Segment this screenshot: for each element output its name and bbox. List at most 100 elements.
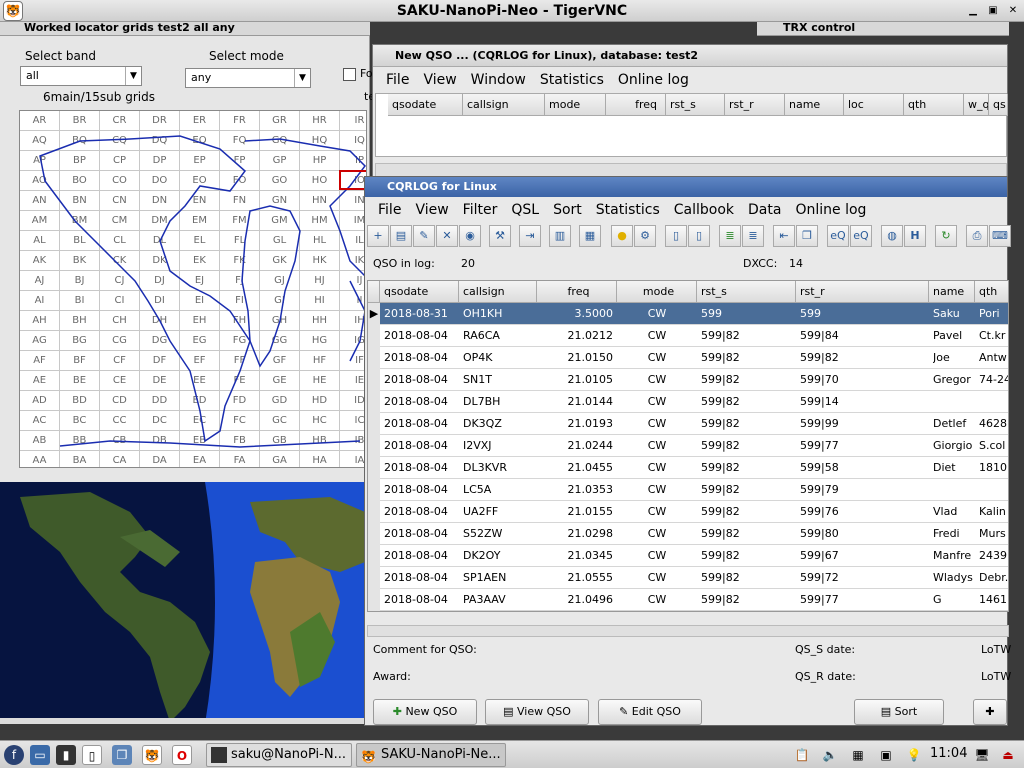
save-icon[interactable]: ▤ bbox=[390, 225, 412, 247]
display-icon[interactable]: 🖥 bbox=[972, 745, 992, 765]
sort-button[interactable]: ▤ Sort bbox=[854, 699, 944, 725]
menu-statistics[interactable]: Statistics bbox=[533, 72, 611, 88]
column-header[interactable]: callsign bbox=[459, 281, 537, 303]
table-row[interactable]: 2018-08-04 OP4K 21.0150 CW 599|82 599|82 Joe An… bbox=[368, 347, 1008, 369]
opera-icon[interactable]: O bbox=[172, 745, 192, 765]
volume-icon[interactable]: 🔈 bbox=[820, 745, 840, 765]
table-row[interactable]: 2018-08-04 RA6CA 21.0212 CW 599|82 599|84 Pave… bbox=[368, 325, 1008, 347]
menu-file[interactable]: File bbox=[371, 202, 408, 218]
table-row[interactable]: 2018-08-04 I2VXJ 21.0244 CW 599|82 599|77 Gior… bbox=[368, 435, 1008, 457]
horizontal-scrollbar[interactable] bbox=[367, 625, 1009, 637]
table-row[interactable]: 2018-08-04 LC5A 21.0353 CW 599|82 599|79 bbox=[368, 479, 1008, 501]
task-terminal[interactable]: saku@NanoPi-N... bbox=[206, 743, 352, 767]
column-header[interactable]: name bbox=[785, 94, 844, 116]
delete-icon[interactable]: ✕ bbox=[436, 225, 458, 247]
column-header[interactable]: rst_s bbox=[697, 281, 796, 303]
desktop-icon[interactable]: ▭ bbox=[30, 745, 50, 765]
edit-qso-button[interactable]: ✎ Edit QSO bbox=[598, 699, 702, 725]
export-icon[interactable]: ⇥ bbox=[519, 225, 541, 247]
eqsl-icon[interactable]: eQ bbox=[827, 225, 849, 247]
menu-window[interactable]: Window bbox=[464, 72, 533, 88]
column-header[interactable]: qth bbox=[904, 94, 964, 116]
logout-icon[interactable]: ⏏ bbox=[998, 745, 1018, 765]
notification-icon[interactable]: 💡 bbox=[904, 745, 924, 765]
column-header[interactable]: qsodate bbox=[388, 94, 463, 116]
table-icon[interactable]: ▦ bbox=[579, 225, 601, 247]
column-header[interactable]: name bbox=[929, 281, 975, 303]
copy-icon[interactable]: ❐ bbox=[796, 225, 818, 247]
column-header[interactable]: mode bbox=[545, 94, 606, 116]
table-row[interactable]: 2018-08-04 DK3QZ 21.0193 CW 599|82 599|99 Detl… bbox=[368, 413, 1008, 435]
file-icon[interactable]: ▯ bbox=[82, 745, 102, 765]
windows-icon[interactable]: ❐ bbox=[112, 745, 132, 765]
table-row[interactable]: 2018-08-04 DK2OY 21.0345 CW 599|82 599|67 Manf… bbox=[368, 545, 1008, 567]
table-row[interactable]: 2018-08-04 SP1AEN 21.0555 CW 599|82 599|72 Wla… bbox=[368, 567, 1008, 589]
table-row[interactable]: 2018-08-04 UA2FF 21.0155 CW 599|82 599|76 Vlad… bbox=[368, 501, 1008, 523]
menu-view[interactable]: View bbox=[408, 202, 455, 218]
list2-icon[interactable]: ≣ bbox=[742, 225, 764, 247]
print-icon[interactable]: ⎙ bbox=[966, 225, 988, 247]
terminal-icon[interactable]: ▮ bbox=[56, 745, 76, 765]
column-header[interactable]: rst_r bbox=[796, 281, 929, 303]
document2-icon[interactable]: ▯ bbox=[688, 225, 710, 247]
column-header[interactable]: mode bbox=[617, 281, 697, 303]
menu-online-log[interactable]: Online log bbox=[611, 72, 696, 88]
column-header[interactable]: freq bbox=[606, 94, 666, 116]
horizontal-scrollbar[interactable] bbox=[375, 163, 1007, 177]
column-header[interactable]: qs bbox=[989, 94, 1008, 116]
binoculars-icon[interactable]: ◉ bbox=[459, 225, 481, 247]
qso-log-table[interactable]: qsodate callsign freq mode rst_s rst_r n… bbox=[367, 280, 1009, 612]
column-header[interactable]: rst_r bbox=[725, 94, 785, 116]
menu-qsl[interactable]: QSL bbox=[504, 202, 546, 218]
menu-file[interactable]: File bbox=[379, 72, 416, 88]
maximize-icon[interactable]: ▣ bbox=[986, 4, 1000, 18]
menu-statistics[interactable]: Statistics bbox=[589, 202, 667, 218]
column-header[interactable]: w_q bbox=[964, 94, 989, 116]
table-row[interactable]: ▶ 2018-08-31 OH1KH 3.5000 CW 599 599 Saku Pori bbox=[368, 303, 1008, 325]
column-header[interactable]: qth bbox=[975, 281, 1008, 303]
vnc-icon[interactable]: 🐯 bbox=[142, 745, 162, 765]
clipboard-icon[interactable]: 📋 bbox=[792, 745, 812, 765]
column-header[interactable]: qsodate bbox=[380, 281, 459, 303]
settings-icon[interactable]: ⚙ bbox=[634, 225, 656, 247]
menu-callbook[interactable]: Callbook bbox=[667, 202, 741, 218]
edit-icon[interactable]: ✎ bbox=[413, 225, 435, 247]
hamqth-icon[interactable]: H bbox=[904, 225, 926, 247]
menu-filter[interactable]: Filter bbox=[456, 202, 505, 218]
table-row[interactable]: 2018-08-04 DL3KVR 21.0455 CW 599|82 599|58 Die… bbox=[368, 457, 1008, 479]
menu-view[interactable]: View bbox=[416, 72, 463, 88]
refresh-icon[interactable]: ↻ bbox=[935, 225, 957, 247]
table-row[interactable]: 2018-08-04 S52ZW 21.0298 CW 599|82 599|80 Fred… bbox=[368, 523, 1008, 545]
vnc-title-bar[interactable]: 🐯 SAKU-NanoPi-Neo - TigerVNC ▁ ▣ ✕ bbox=[0, 0, 1024, 22]
filter-checkbox[interactable] bbox=[343, 68, 356, 81]
menu-sort[interactable]: Sort bbox=[546, 202, 589, 218]
task-vnc[interactable]: 🐯 SAKU-NanoPi-Ne... bbox=[356, 743, 506, 767]
update-icon[interactable]: ▣ bbox=[876, 745, 896, 765]
table-row[interactable]: 2018-08-04 PA3AAV 21.0496 CW 599|82 599|77 G 14… bbox=[368, 589, 1008, 611]
locator-grid-table[interactable]: AR BR CR DR ER FR GR HR IR AQ BQ CQ DQ EQ FQ GQ HQ IQ AP BP… bbox=[19, 110, 367, 468]
eqsl2-icon[interactable]: eQ bbox=[850, 225, 872, 247]
fedora-menu-icon[interactable]: f bbox=[4, 745, 24, 765]
chart-icon[interactable]: ▥ bbox=[549, 225, 571, 247]
more-button[interactable]: ✚ bbox=[973, 699, 1007, 725]
new-qso-button[interactable]: ✚ New QSO bbox=[373, 699, 477, 725]
table-row[interactable]: 2018-08-04 DL7BH 21.0144 CW 599|82 599|14 bbox=[368, 391, 1008, 413]
globe-icon[interactable]: ◍ bbox=[881, 225, 903, 247]
column-header[interactable]: rst_s bbox=[666, 94, 725, 116]
sun-icon[interactable]: ● bbox=[611, 225, 633, 247]
trx-control-title[interactable]: TRX control bbox=[757, 22, 1009, 36]
column-header[interactable]: callsign bbox=[463, 94, 545, 116]
band-select[interactable]: all ▼ bbox=[20, 66, 142, 86]
document-icon[interactable]: ▯ bbox=[665, 225, 687, 247]
keyboard-icon[interactable]: ⌨ bbox=[989, 225, 1011, 247]
list-icon[interactable]: ≣ bbox=[719, 225, 741, 247]
menu-online-log[interactable]: Online log bbox=[788, 202, 873, 218]
import-icon[interactable]: ⇤ bbox=[773, 225, 795, 247]
column-header[interactable]: loc bbox=[844, 94, 904, 116]
minimize-icon[interactable]: ▁ bbox=[966, 4, 980, 18]
new-qso-grid[interactable]: qsodate callsign mode freq rst_s rst_r n… bbox=[375, 93, 1008, 157]
table-row[interactable]: 2018-08-04 SN1T 21.0105 CW 599|82 599|70 Grego… bbox=[368, 369, 1008, 391]
tools-icon[interactable]: ⚒ bbox=[489, 225, 511, 247]
add-qso-icon[interactable]: + bbox=[367, 225, 389, 247]
column-header[interactable]: freq bbox=[537, 281, 617, 303]
